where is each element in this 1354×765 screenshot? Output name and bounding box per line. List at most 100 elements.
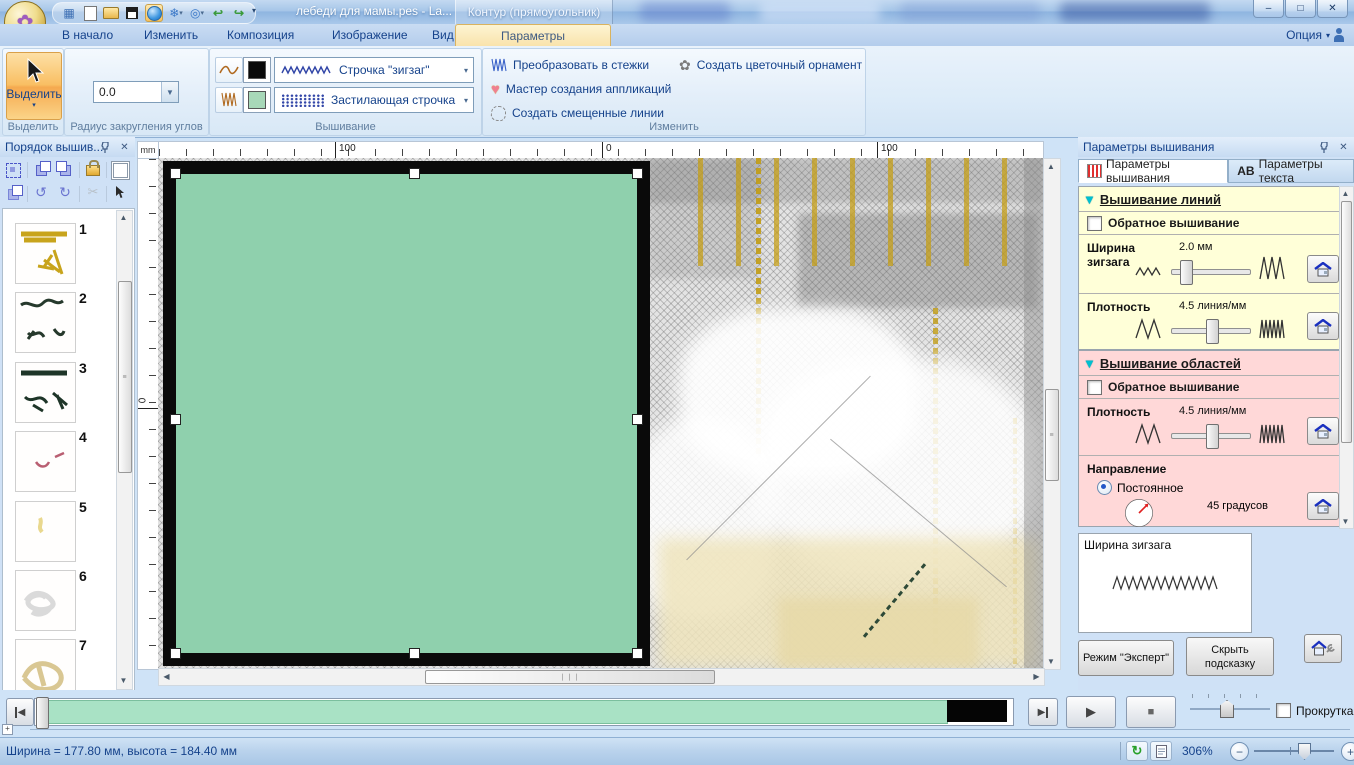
order-list-scrollbar[interactable]: ▲ ≡ ▼ — [116, 210, 133, 690]
snowflake-tool-icon[interactable]: ❄▾ — [168, 5, 184, 21]
play-button[interactable]: ▶ — [1066, 696, 1116, 728]
selection-handle-top-left[interactable] — [170, 168, 181, 179]
pin-icon[interactable] — [98, 140, 113, 154]
line-sew-icon[interactable] — [215, 57, 243, 83]
floral-ornament-item[interactable]: ✿ Создать цветочный орнамент — [679, 55, 862, 75]
tab-home[interactable]: В начало — [48, 24, 127, 46]
tab-edit[interactable]: Изменить — [130, 24, 212, 46]
list-item[interactable]: 5 — [15, 501, 115, 561]
slider-thumb[interactable] — [1206, 319, 1219, 344]
rotate-ccw-icon[interactable]: ↺ — [30, 182, 52, 202]
tab-image[interactable]: Изображение — [318, 24, 422, 46]
expert-mode-button[interactable]: Режим "Эксперт" — [1078, 640, 1174, 676]
direction-constant-radio[interactable]: Постоянное — [1097, 480, 1183, 495]
selection-handle-top-right[interactable] — [632, 168, 643, 179]
radio-selected[interactable] — [1097, 480, 1112, 495]
scroll-down-icon[interactable]: ▼ — [1044, 655, 1058, 668]
checkbox[interactable] — [1087, 216, 1102, 231]
corner-radius-input[interactable]: 0.0 ▼ — [93, 81, 179, 103]
scrollbar-thumb[interactable]: ≡ — [1045, 389, 1059, 481]
selection-handle-bottom-left[interactable] — [170, 648, 181, 659]
reset-default-button[interactable] — [1307, 255, 1339, 283]
ring-tool-icon[interactable]: ◎▾ — [189, 5, 205, 21]
list-item[interactable]: 6 — [15, 570, 115, 630]
select-button[interactable]: Выделить ▾ — [6, 52, 62, 120]
hoop-frame-icon[interactable] — [109, 160, 131, 180]
region-sew-icon[interactable] — [215, 87, 243, 113]
zoom-thumb[interactable] — [1298, 743, 1311, 760]
change-order-icon[interactable] — [2, 184, 24, 204]
maximize-button[interactable]: □ — [1285, 0, 1316, 18]
scroll-up-icon[interactable]: ▲ — [1044, 160, 1058, 173]
stop-button[interactable]: ■ — [1126, 696, 1176, 728]
scrollbar-thumb[interactable] — [1341, 201, 1352, 443]
zoom-out-button[interactable]: − — [1230, 742, 1249, 761]
canvas-horizontal-scrollbar[interactable]: ◀ ❘❘❘ ▶ — [158, 668, 1045, 686]
zoom-in-button[interactable]: + — [1341, 742, 1354, 761]
rotate-cw-icon[interactable]: ↻ — [54, 182, 76, 202]
checkbox[interactable] — [1087, 380, 1102, 395]
person-icon[interactable] — [1334, 28, 1344, 42]
canvas-vertical-scrollbar[interactable]: ▲ ≡ ▼ — [1043, 158, 1061, 670]
qat-overflow-icon[interactable]: ▾ — [252, 6, 256, 15]
scroll-up-icon[interactable]: ▲ — [117, 211, 130, 224]
reset-default-button[interactable] — [1307, 417, 1339, 445]
lock-icon[interactable] — [82, 158, 104, 178]
reset-default-button[interactable] — [1307, 312, 1339, 340]
fill-stitch-dropdown[interactable]: Застилающая строчка ▾ — [274, 87, 474, 113]
scroll-down-icon[interactable]: ▼ — [1340, 515, 1351, 527]
send-backward-icon[interactable] — [54, 160, 76, 180]
progress-thumb[interactable] — [36, 697, 49, 729]
convert-to-stitches-item[interactable]: Преобразовать в стежки — [491, 55, 649, 75]
list-item[interactable]: 1 — [15, 223, 115, 283]
tab-sewing-attributes[interactable]: Параметры вышивания — [1078, 159, 1228, 183]
stitch-progress-slider[interactable] — [34, 698, 1014, 726]
scrollbar-thumb[interactable]: ❘❘❘ — [425, 670, 715, 684]
go-to-end-button[interactable]: ▶ — [1028, 698, 1058, 726]
chevron-down-icon[interactable]: ▼ — [161, 82, 178, 102]
bring-forward-icon[interactable] — [30, 160, 52, 180]
design-canvas[interactable] — [158, 158, 1043, 668]
fit-selection-icon[interactable] — [2, 160, 24, 180]
tab-parameters[interactable]: Параметры — [455, 24, 611, 46]
line-stitch-dropdown[interactable]: Строчка "зигзаг" ▾ — [274, 57, 474, 83]
list-item[interactable]: 3 — [15, 362, 115, 422]
selection-handle-middle-right[interactable] — [632, 414, 643, 425]
undo-icon[interactable]: ↩ — [210, 5, 226, 21]
slider-thumb[interactable] — [1180, 260, 1193, 285]
new-document-icon[interactable] — [82, 5, 98, 21]
selection-handle-bottom-right[interactable] — [632, 648, 643, 659]
scroll-down-icon[interactable]: ▼ — [117, 674, 130, 687]
panel-scrollbar[interactable]: ▲ ▼ — [1339, 186, 1354, 529]
region-color-swatch[interactable] — [243, 87, 271, 113]
line-density-slider[interactable] — [1171, 328, 1251, 334]
zoom-slider[interactable] — [1254, 750, 1334, 752]
scroll-left-icon[interactable]: ◀ — [160, 669, 173, 683]
list-item[interactable]: 7 — [15, 639, 115, 692]
line-reverse-row[interactable]: Обратное вышивание — [1079, 212, 1341, 235]
document-tab[interactable]: Контур (прямоугольник) — [455, 0, 613, 24]
collapse-triangle-icon[interactable]: ▼ — [1083, 192, 1096, 207]
design-page-toggle-icon[interactable] — [145, 4, 163, 22]
realistic-view-icon[interactable] — [1150, 741, 1172, 761]
scroll-up-icon[interactable]: ▲ — [1340, 187, 1351, 199]
tab-text-attributes[interactable]: AB Параметры текста — [1228, 159, 1354, 183]
selection-handle-middle-left[interactable] — [170, 414, 181, 425]
region-section-header[interactable]: ▼ Вышивание областей — [1079, 351, 1341, 376]
selection-handle-bottom-center[interactable] — [409, 648, 420, 659]
close-button[interactable]: ✕ — [1317, 0, 1348, 18]
region-reverse-row[interactable]: Обратное вышивание — [1079, 376, 1341, 399]
attribute-settings-button[interactable] — [1304, 634, 1342, 663]
scrollbar-thumb[interactable]: ≡ — [118, 281, 132, 473]
scroll-right-icon[interactable]: ▶ — [1030, 669, 1043, 683]
list-item[interactable]: 4 — [15, 431, 115, 491]
pointer-icon[interactable] — [109, 182, 131, 202]
region-density-slider[interactable] — [1171, 433, 1251, 439]
scroll-checkbox-row[interactable]: Прокрутка — [1276, 703, 1353, 718]
collapse-triangle-icon[interactable]: ▼ — [1083, 356, 1096, 371]
tab-composition[interactable]: Композиция — [213, 24, 308, 46]
list-item[interactable]: 2 — [15, 292, 115, 352]
open-folder-icon[interactable] — [103, 5, 119, 21]
slider-thumb[interactable] — [1206, 424, 1219, 449]
go-to-start-button[interactable]: ◀ — [6, 698, 34, 726]
